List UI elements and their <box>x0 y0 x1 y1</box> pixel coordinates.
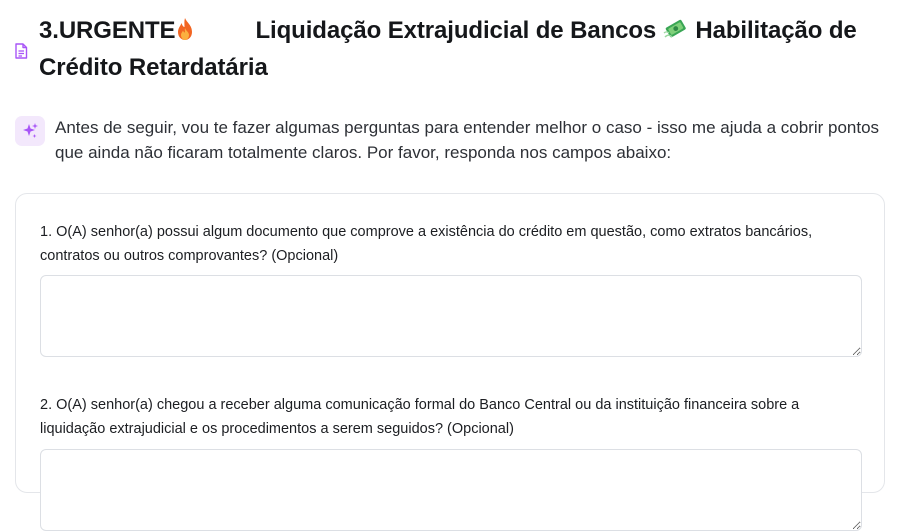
money-with-wings-emoji-icon <box>663 17 689 51</box>
title-part-urgente: 3.URGENTE <box>39 17 176 44</box>
document-icon <box>14 43 28 59</box>
assistant-message: Antes de seguir, vou te fazer algumas pe… <box>55 118 880 162</box>
sparkles-icon <box>15 116 45 146</box>
page-title: 3.URGENTE Liquidação Extrajudicial de Ba… <box>39 14 889 85</box>
question-1-label: 1. O(A) senhor(a) possui algum documento… <box>40 224 813 264</box>
fire-emoji-icon <box>175 17 195 51</box>
questions-card: 1. O(A) senhor(a) possui algum documento… <box>15 193 885 531</box>
title-part-liquidacao: Liquidação Extrajudicial de Bancos <box>255 17 657 44</box>
question-2-answer-field[interactable] <box>40 449 862 531</box>
question-1-answer-field[interactable] <box>40 275 862 357</box>
question-2-label: 2. O(A) senhor(a) chegou a receber algum… <box>40 397 800 437</box>
